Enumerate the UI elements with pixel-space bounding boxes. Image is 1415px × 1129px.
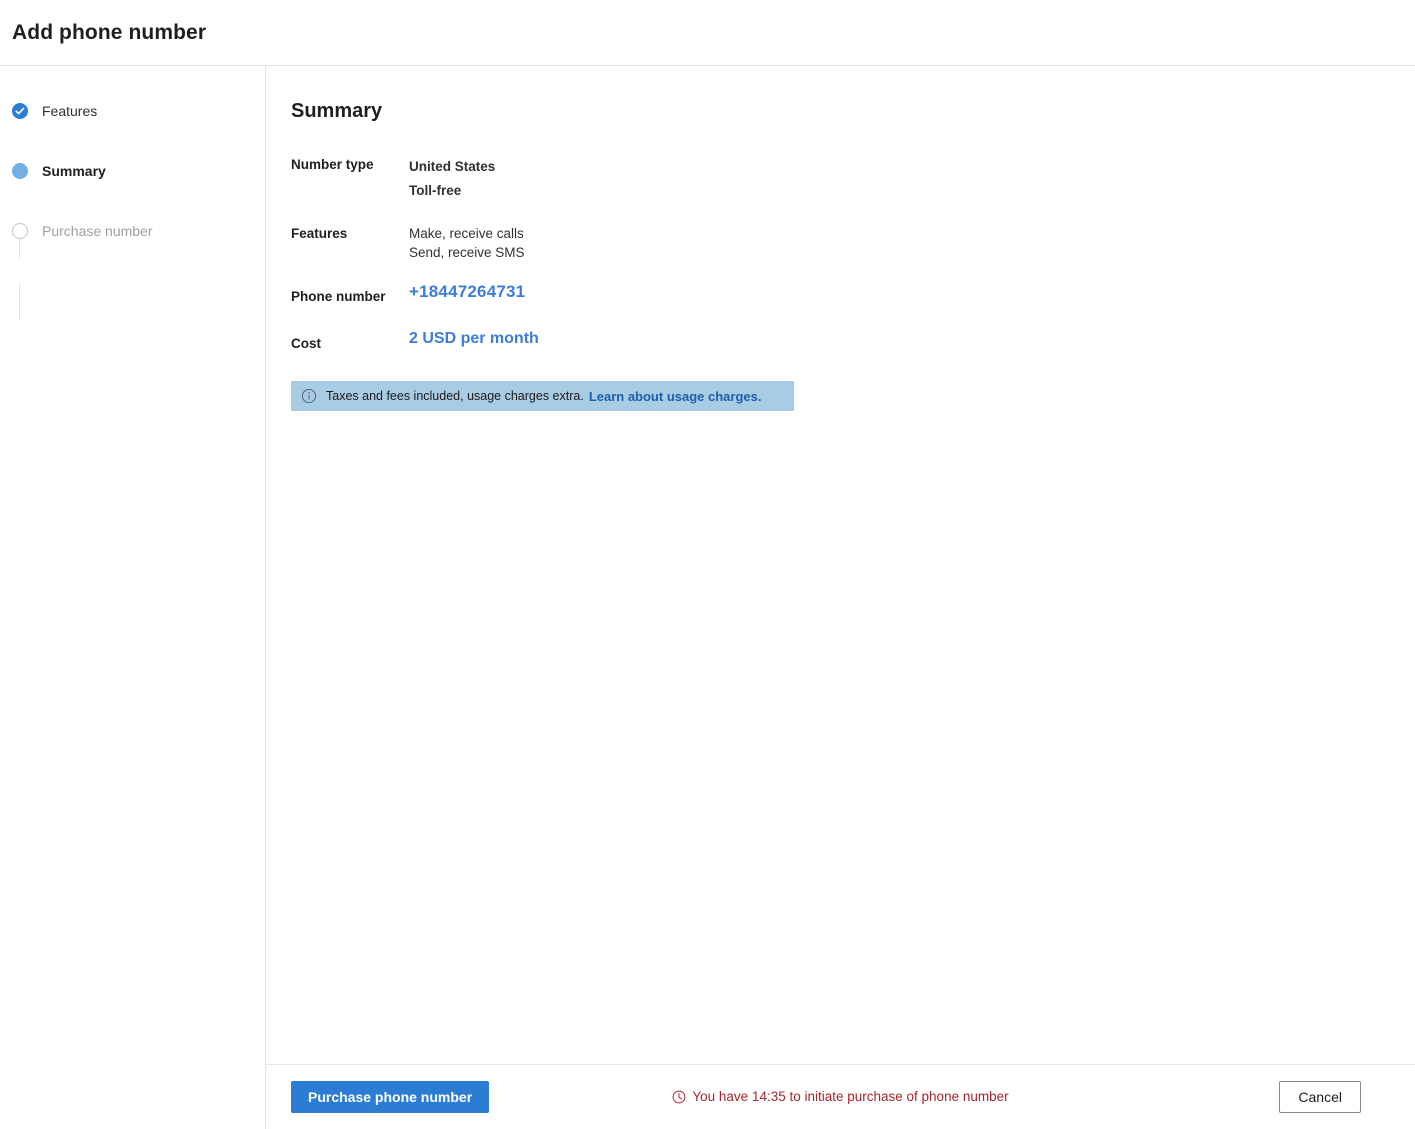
sidebar-item-purchase-number[interactable]: Purchase number xyxy=(12,219,265,243)
cancel-button[interactable]: Cancel xyxy=(1279,1081,1361,1113)
summary-detail-list: Number type United States Toll-free Feat… xyxy=(291,155,1415,353)
feature-calls: Make, receive calls xyxy=(409,226,524,241)
sidebar-item-label: Purchase number xyxy=(42,223,153,239)
panel-header: Add phone number xyxy=(0,0,1415,66)
section-title: Summary xyxy=(291,100,383,122)
number-type-value: United States Toll-free xyxy=(409,155,495,203)
sidebar-item-label: Features xyxy=(42,103,98,119)
number-type-label: Number type xyxy=(291,157,374,172)
summary-row-cost: Cost 2 USD per month xyxy=(291,329,1415,353)
features-label: Features xyxy=(291,226,348,241)
page-title: Add phone number xyxy=(12,20,207,44)
usage-charges-info-banner: Taxes and fees included, usage charges e… xyxy=(291,381,794,411)
sidebar-item-features[interactable]: Features xyxy=(12,99,265,123)
step-connector-2 xyxy=(19,283,20,319)
phone-number-value: +18447264731 xyxy=(409,282,526,301)
wizard-step-list: Features Summary Purchase number xyxy=(0,99,265,319)
panel-footer: Purchase phone number Cancel xyxy=(266,1064,1415,1129)
info-banner-text: Taxes and fees included, usage charges e… xyxy=(326,389,584,403)
cost-label: Cost xyxy=(291,336,321,351)
summary-row-number-type: Number type United States Toll-free xyxy=(291,155,1415,203)
number-type-country: United States xyxy=(409,159,496,174)
learn-about-usage-charges-link[interactable]: Learn about usage charges. xyxy=(589,389,762,404)
empty-circle-icon xyxy=(12,223,28,239)
feature-sms: Send, receive SMS xyxy=(409,245,525,260)
cost-value: 2 USD per month xyxy=(409,330,539,347)
info-icon xyxy=(301,388,317,404)
summary-row-phone-number: Phone number +18447264731 xyxy=(291,282,1415,306)
purchase-phone-number-button[interactable]: Purchase phone number xyxy=(291,1081,490,1113)
filled-circle-icon xyxy=(12,163,28,179)
phone-number-label: Phone number xyxy=(291,289,386,304)
sidebar-item-label: Summary xyxy=(42,163,106,179)
sidebar-item-summary[interactable]: Summary xyxy=(12,159,265,183)
summary-content: Summary Number type United States Toll-f… xyxy=(266,66,1415,1129)
check-icon xyxy=(12,103,28,119)
number-type-kind: Toll-free xyxy=(409,183,462,198)
wizard-sidebar: Features Summary Purchase number xyxy=(0,66,266,1129)
summary-row-features: Features Make, receive calls Send, recei… xyxy=(291,224,1415,262)
panel-body: Features Summary Purchase number Summary… xyxy=(0,66,1415,1129)
features-value: Make, receive calls Send, receive SMS xyxy=(409,224,525,262)
